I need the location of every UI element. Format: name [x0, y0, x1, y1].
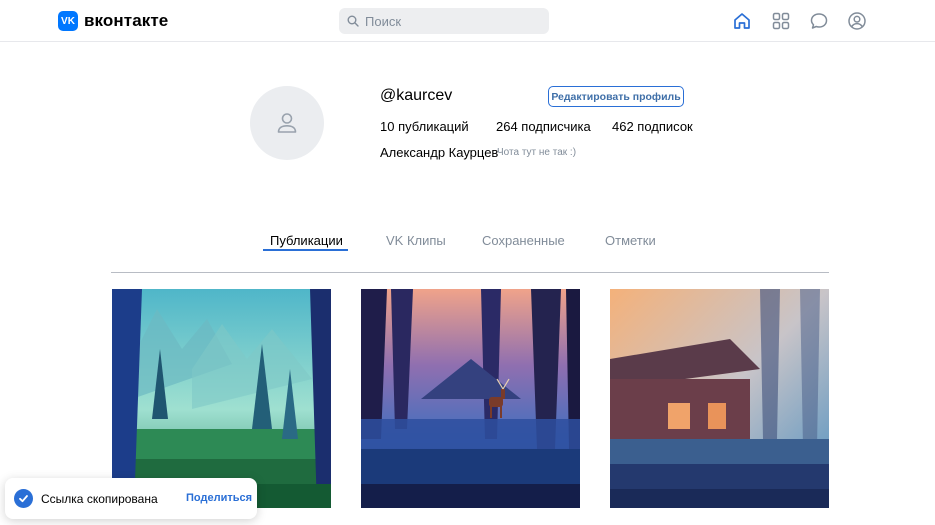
post-forest-cabin[interactable]	[610, 289, 829, 508]
tab-tagged[interactable]: Отметки	[605, 233, 656, 248]
user-placeholder-icon	[277, 113, 297, 133]
posts-count[interactable]: 10 публикаций	[380, 119, 469, 134]
edit-profile-button[interactable]: Редактировать профиль	[548, 86, 684, 107]
bio: Чота тут не так :)	[497, 147, 577, 158]
search-bar[interactable]	[339, 8, 549, 34]
search-icon	[347, 15, 359, 27]
post-forest-deer[interactable]	[361, 289, 580, 508]
active-tab-indicator	[263, 249, 348, 251]
profile-icon[interactable]	[846, 10, 868, 32]
home-icon[interactable]	[731, 10, 753, 32]
tab-saved[interactable]: Сохраненные	[482, 233, 565, 248]
share-button[interactable]: Поделиться	[186, 492, 252, 504]
vk-logo[interactable]: VK вконтакте	[58, 11, 168, 31]
followers-count[interactable]: 264 подписчика	[496, 119, 591, 134]
search-input[interactable]	[365, 13, 545, 29]
tab-publications[interactable]: Публикации	[270, 233, 343, 248]
following-count[interactable]: 462 подписок	[612, 119, 693, 134]
services-grid-icon[interactable]	[770, 10, 792, 32]
tabs-divider	[111, 272, 829, 273]
vk-logo-text: вконтакте	[84, 11, 169, 30]
avatar[interactable]	[250, 86, 324, 160]
top-header: VK вконтакте	[0, 0, 935, 42]
tab-vk-clips[interactable]: VK Клипы	[386, 233, 446, 248]
copied-link-toast: Ссылка скопирована Поделиться	[5, 478, 257, 519]
check-circle-icon	[14, 489, 33, 508]
post-forest-day[interactable]	[112, 289, 331, 508]
full-name: Александр Каурцев	[380, 145, 499, 160]
vk-logo-icon: VK	[58, 11, 78, 31]
toast-message: Ссылка скопирована	[41, 491, 158, 506]
messages-icon[interactable]	[808, 10, 830, 32]
username: @kaurcev	[380, 87, 453, 104]
